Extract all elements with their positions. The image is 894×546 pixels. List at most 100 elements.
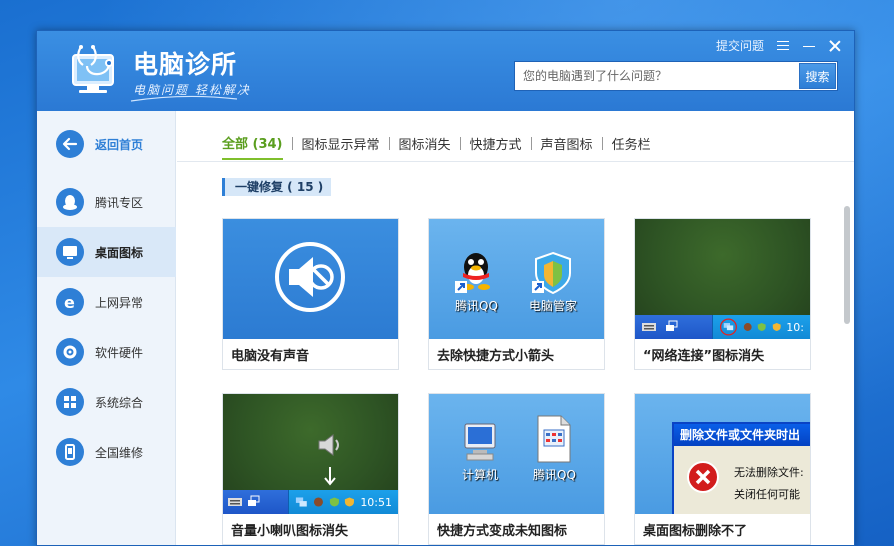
qq-penguin-icon bbox=[56, 188, 84, 216]
shield-icon bbox=[345, 497, 355, 507]
card-thumbnail: 10: bbox=[635, 219, 810, 339]
qq-penguin-icon bbox=[455, 253, 491, 293]
sidebar-item-tencent[interactable]: 腾讯专区 bbox=[37, 177, 176, 227]
system-tray: 10: bbox=[712, 315, 810, 339]
card-thumbnail: 计算机 腾讯QQ bbox=[429, 394, 604, 514]
taskbar: 10:51 bbox=[223, 490, 398, 514]
tab-divider-line bbox=[177, 161, 854, 162]
card-thumbnail: 删除文件或文件夹时出 无法删除文件: 关闭任何可能 bbox=[635, 394, 810, 514]
menu-icon[interactable] bbox=[776, 39, 790, 53]
desktop-icon-label: 腾讯QQ bbox=[533, 468, 576, 482]
system-tray: 10:51 bbox=[288, 490, 398, 514]
desktop-shortcut: 腾讯QQ bbox=[533, 414, 576, 483]
ie-browser-icon: e bbox=[56, 288, 84, 316]
card-thumbnail bbox=[223, 219, 398, 339]
speaker-icon bbox=[743, 323, 752, 331]
tab-sound-icon[interactable]: 声音图标 bbox=[541, 134, 593, 159]
svg-text:e: e bbox=[64, 293, 75, 311]
sidebar-item-software-hardware[interactable]: 软件硬件 bbox=[37, 327, 176, 377]
desktop-shortcut: 电脑管家 bbox=[529, 251, 577, 314]
sidebar-item-label: 桌面图标 bbox=[95, 245, 144, 260]
card-thumbnail: 10:51 bbox=[223, 394, 398, 514]
tab-icon-missing[interactable]: 图标消失 bbox=[399, 134, 451, 159]
shield-icon bbox=[329, 497, 339, 507]
card-thumbnail: 腾讯QQ 电脑管家 bbox=[429, 219, 604, 339]
app-title: 电脑诊所 bbox=[133, 50, 238, 79]
card-title: “网络连接”图标消失 bbox=[643, 349, 765, 364]
sidebar-item-repair[interactable]: 全国维修 bbox=[37, 427, 176, 477]
sidebar-item-system[interactable]: 系统综合 bbox=[37, 377, 176, 427]
tab-divider bbox=[388, 137, 390, 150]
phone-icon bbox=[56, 438, 84, 466]
card-title: 去除快捷方式小箭头 bbox=[437, 349, 555, 364]
close-icon[interactable] bbox=[828, 39, 842, 53]
sidebar-item-desktop-icons[interactable]: 桌面图标 bbox=[37, 227, 176, 277]
error-icon bbox=[687, 461, 719, 493]
keyboard-icon bbox=[642, 323, 656, 331]
category-tabs: 全部 (34) 图标显示异常 图标消失 快捷方式 声音图标 任务栏 bbox=[222, 133, 651, 160]
sidebar-item-label: 系统综合 bbox=[95, 395, 144, 410]
sidebar-item-label: 全国维修 bbox=[95, 445, 144, 460]
speaker-icon bbox=[318, 434, 339, 456]
search-input[interactable] bbox=[515, 62, 799, 90]
search-button[interactable]: 搜索 bbox=[799, 63, 836, 89]
slogan-swoosh-icon bbox=[130, 95, 238, 102]
fix-card[interactable]: 计算机 腾讯QQ 快捷方式变成未知图标 bbox=[428, 393, 605, 545]
desktop-shortcut: 腾讯QQ bbox=[455, 249, 498, 314]
clock-text: 10:51 bbox=[360, 495, 393, 509]
network-connection-icon bbox=[719, 318, 737, 336]
tab-icon-display[interactable]: 图标显示异常 bbox=[302, 134, 380, 159]
clock-text: 10: bbox=[786, 320, 804, 334]
app-header: 电脑诊所 电脑问题 轻松解决 提交问题 搜索 bbox=[37, 31, 854, 111]
main-content: 全部 (34) 图标显示异常 图标消失 快捷方式 声音图标 任务栏 一键修复 (… bbox=[177, 111, 854, 545]
gear-icon bbox=[56, 338, 84, 366]
sidebar: 返回首页 腾讯专区 桌面图标 e 上网异常 软件硬件 系统综合 全国维修 bbox=[37, 111, 176, 545]
sidebar-item-label: 腾讯专区 bbox=[95, 195, 144, 210]
fix-card[interactable]: 腾讯QQ 电脑管家 去除快捷方式小箭头 bbox=[428, 218, 605, 370]
window-controls: 提交问题 bbox=[716, 37, 842, 54]
app-window: 电脑诊所 电脑问题 轻松解决 提交问题 搜索 返回首页 腾讯专区 bbox=[36, 30, 855, 546]
shield-icon bbox=[532, 251, 571, 295]
down-arrow-icon bbox=[324, 467, 336, 486]
network-connection-icon bbox=[295, 497, 307, 507]
windows-logo-icon bbox=[56, 388, 84, 416]
sidebar-item-label: 返回首页 bbox=[95, 137, 144, 152]
sidebar-item-internet[interactable]: e 上网异常 bbox=[37, 277, 176, 327]
restore-window-icon bbox=[248, 495, 260, 506]
desktop-icon-label: 腾讯QQ bbox=[455, 299, 498, 313]
fix-card[interactable]: 10:51 音量小喇叭图标消失 bbox=[222, 393, 399, 545]
scrollbar[interactable] bbox=[844, 206, 850, 324]
sidebar-item-label: 软件硬件 bbox=[95, 345, 144, 360]
restore-window-icon bbox=[666, 320, 678, 331]
desktop-icon-label: 电脑管家 bbox=[529, 299, 578, 313]
card-title: 电脑没有声音 bbox=[231, 349, 310, 364]
fix-card[interactable]: 电脑没有声音 bbox=[222, 218, 399, 370]
minimize-icon[interactable] bbox=[802, 39, 816, 53]
desktop-icon-label: 计算机 bbox=[461, 468, 498, 482]
card-title: 桌面图标删除不了 bbox=[643, 524, 748, 539]
section-label: 一键修复 ( 15 ) bbox=[222, 178, 332, 196]
app-logo-icon bbox=[72, 45, 114, 93]
error-dialog: 删除文件或文件夹时出 无法删除文件: 关闭任何可能 bbox=[672, 422, 810, 514]
dialog-title: 删除文件或文件夹时出 bbox=[674, 424, 810, 446]
unknown-file-icon bbox=[537, 415, 571, 463]
card-title: 快捷方式变成未知图标 bbox=[437, 524, 568, 539]
fix-card[interactable]: 10: “网络连接”图标消失 bbox=[634, 218, 811, 370]
shield-icon bbox=[772, 323, 781, 331]
search-box: 搜索 bbox=[514, 61, 838, 91]
back-arrow-icon bbox=[56, 130, 84, 158]
tab-shortcut[interactable]: 快捷方式 bbox=[470, 134, 522, 159]
dialog-message: 关闭任何可能 bbox=[734, 488, 800, 501]
report-problem-link[interactable]: 提交问题 bbox=[716, 37, 764, 54]
monitor-icon bbox=[56, 238, 84, 266]
taskbar: 10: bbox=[635, 315, 810, 339]
keyboard-icon bbox=[228, 498, 242, 506]
shield-icon bbox=[758, 323, 767, 331]
tab-all[interactable]: 全部 (34) bbox=[222, 133, 283, 160]
mute-speaker-icon bbox=[275, 242, 345, 312]
tab-taskbar[interactable]: 任务栏 bbox=[612, 134, 651, 159]
tab-divider bbox=[530, 137, 532, 150]
sidebar-item-home[interactable]: 返回首页 bbox=[37, 119, 176, 169]
computer-icon bbox=[464, 423, 496, 461]
fix-card[interactable]: 删除文件或文件夹时出 无法删除文件: 关闭任何可能 桌面图标删除不了 bbox=[634, 393, 811, 545]
